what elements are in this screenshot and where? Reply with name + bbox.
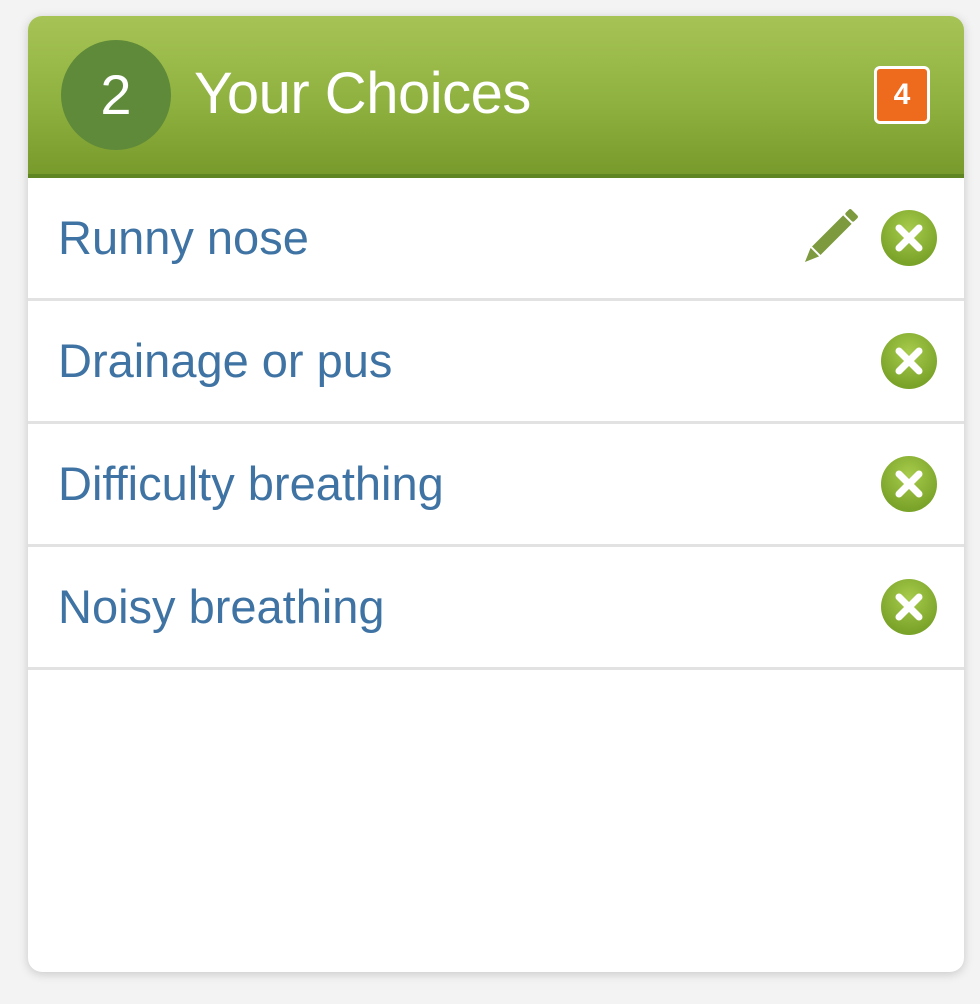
remove-icon[interactable] xyxy=(880,332,938,390)
choices-count-badge: 4 xyxy=(874,66,930,124)
remove-icon[interactable] xyxy=(880,578,938,636)
choice-item[interactable]: Drainage or pus xyxy=(28,301,964,424)
remove-icon[interactable] xyxy=(880,455,938,513)
panel-title: Your Choices xyxy=(194,61,531,126)
choice-item[interactable]: Difficulty breathing xyxy=(28,424,964,547)
choice-label[interactable]: Drainage or pus xyxy=(58,301,392,421)
pencil-icon[interactable] xyxy=(798,204,860,272)
choice-item[interactable]: Runny nose xyxy=(28,178,964,301)
choice-label[interactable]: Difficulty breathing xyxy=(58,424,444,544)
choice-item[interactable]: Noisy breathing xyxy=(28,547,964,670)
panel-header: 2 Your Choices 4 xyxy=(28,16,964,178)
choice-label[interactable]: Noisy breathing xyxy=(58,547,385,667)
step-number-badge: 2 xyxy=(61,40,171,150)
your-choices-panel: 2 Your Choices 4 Runny nose Drainage or … xyxy=(28,16,964,972)
choice-label[interactable]: Runny nose xyxy=(58,178,309,298)
remove-icon[interactable] xyxy=(880,209,938,267)
